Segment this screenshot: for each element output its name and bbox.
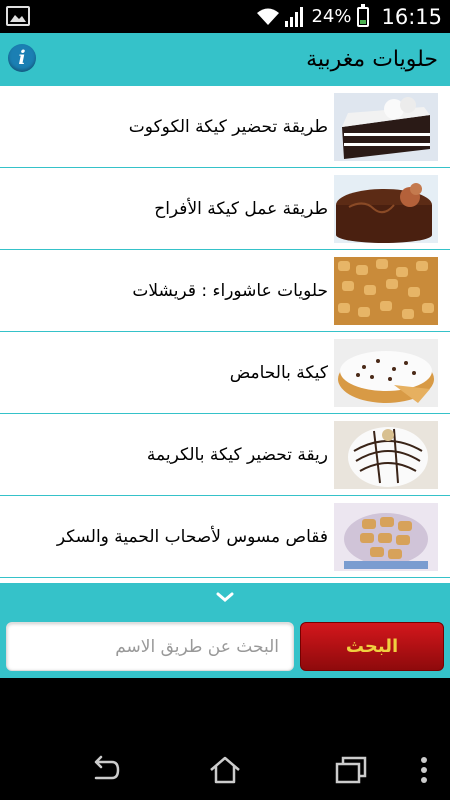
recipe-title: حلويات عاشوراء : قريشلات [132,281,328,301]
recipe-list[interactable]: طريقة تحضير كيكة الكوكوت طريقة عمل كيكة … [0,86,450,583]
recipe-title: كيكة بالحامض [229,363,328,383]
info-icon[interactable]: i [8,44,36,72]
recipe-thumbnail [334,339,438,407]
battery-icon [357,3,370,27]
recipe-thumbnail [334,421,438,489]
search-panel: البحث [0,583,450,678]
clock: 16:15 [381,4,442,29]
recipe-title: طريقة تحضير كيكة الكوكوت [128,117,328,137]
chevron-down-icon[interactable] [216,591,234,603]
list-item[interactable]: فقاص مسوس لأصحاب الحمية والسكر [0,496,450,578]
recipe-thumbnail [334,503,438,571]
recipe-thumbnail [334,93,438,161]
recipe-title: ريقة تحضير كيكة بالكريمة [146,445,328,465]
back-icon[interactable] [86,754,122,786]
gallery-notification-icon [6,6,30,26]
overflow-menu-icon[interactable] [414,754,434,786]
list-item[interactable]: كيكة بالحامض [0,332,450,414]
page-title: حلويات مغربية [306,47,438,72]
system-nav-bar [0,740,450,800]
home-icon[interactable] [207,754,243,786]
status-bar: 24% 16:15 [0,0,450,33]
list-item[interactable]: حلويات عاشوراء : قريشلات [0,250,450,332]
recipe-thumbnail [334,257,438,325]
list-item[interactable]: ريقة تحضير كيكة بالكريمة [0,414,450,496]
search-button[interactable]: البحث [300,622,444,671]
recipe-thumbnail [334,175,438,243]
recipe-title: فقاص مسوس لأصحاب الحمية والسكر [56,527,328,547]
app-bar: i حلويات مغربية [0,33,450,86]
recent-apps-icon[interactable] [333,754,369,786]
list-item[interactable]: طريقة عمل كيكة الأفراح [0,168,450,250]
search-field[interactable] [6,622,294,671]
battery-percent: 24% [311,6,352,27]
recipe-title: طريقة عمل كيكة الأفراح [154,199,328,219]
list-item[interactable]: طريقة تحضير كيكة الكوكوت [0,86,450,168]
wifi-icon [257,8,280,25]
signal-icon [285,6,304,27]
search-input[interactable] [7,623,293,670]
